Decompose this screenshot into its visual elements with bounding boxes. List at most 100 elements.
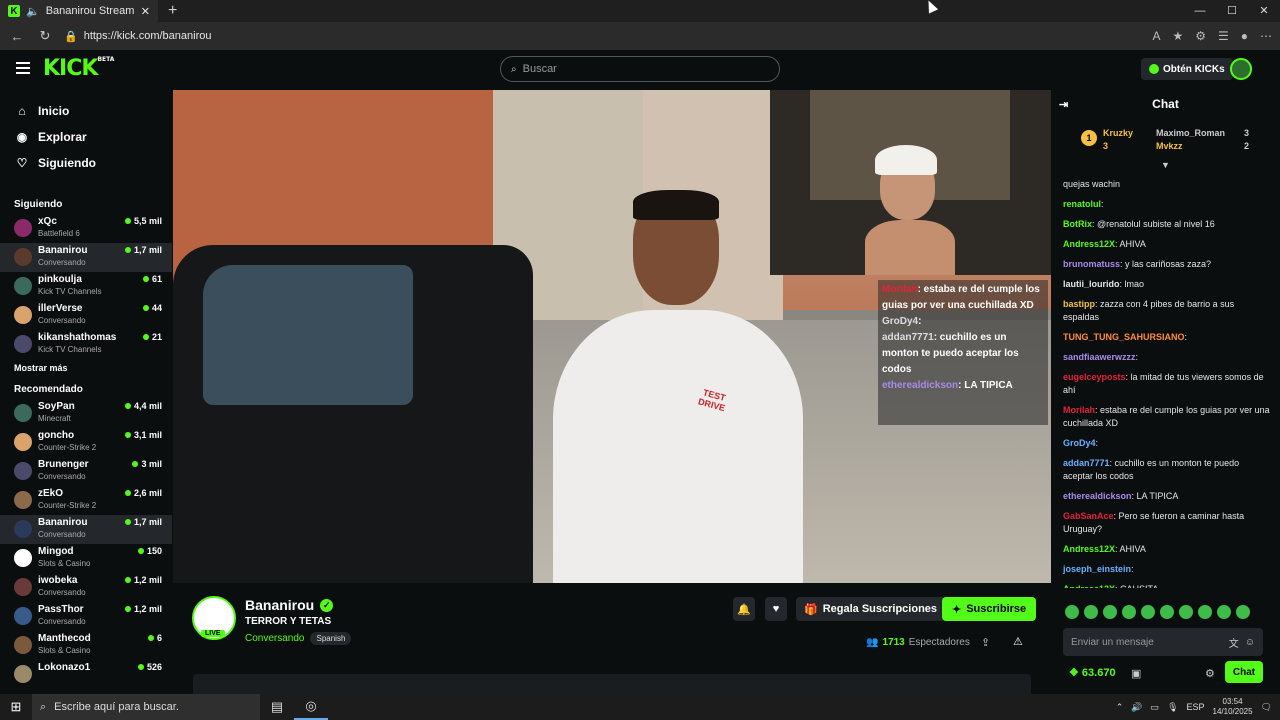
chat-username[interactable]: lautii_lourido: [1063, 279, 1120, 289]
get-kicks-button[interactable]: Obtén KICKs: [1141, 58, 1233, 80]
sidebar-channel-item[interactable]: zEkO Counter-Strike 2 2,6 mil: [0, 486, 172, 515]
emote-icon[interactable]: [1122, 605, 1136, 619]
nav-explore[interactable]: ◉ Explorar: [0, 124, 172, 150]
network-icon[interactable]: ▭: [1151, 702, 1160, 713]
follow-heart-button[interactable]: ♥: [765, 597, 787, 621]
kick-logo[interactable]: KICKBETA: [43, 56, 114, 81]
browser-tab[interactable]: K 🔈 Bananirou Stream - Watch L ✕: [0, 0, 158, 22]
chat-username[interactable]: brunomatuss: [1063, 259, 1120, 269]
notification-bell-button[interactable]: 🔔: [733, 597, 755, 621]
chat-username[interactable]: Andress12X: [1063, 544, 1115, 554]
send-chat-button[interactable]: Chat: [1225, 661, 1263, 683]
emoji-icon[interactable]: ☺: [1245, 637, 1255, 648]
url-field[interactable]: 🔒 https://kick.com/bananirou: [64, 25, 1142, 47]
emote-icon[interactable]: [1198, 605, 1212, 619]
chat-username[interactable]: GroDy4: [1063, 438, 1096, 448]
sidebar-channel-item[interactable]: iwobeka Conversando 1,2 mil: [0, 573, 172, 602]
chat-username[interactable]: Morilah: [1063, 405, 1095, 415]
report-warning-icon[interactable]: ⚠: [1013, 635, 1023, 648]
user-avatar[interactable]: [1230, 58, 1252, 80]
emote-icon[interactable]: [1084, 605, 1098, 619]
sidebar-channel-item[interactable]: Bananirou Conversando 1,7 mil: [0, 243, 172, 272]
show-more-link[interactable]: Mostrar más: [0, 359, 172, 377]
chat-username[interactable]: sandfiaawerwzzz: [1063, 352, 1136, 362]
volume-icon[interactable]: 🔊: [1131, 702, 1142, 713]
chat-input[interactable]: [1071, 636, 1223, 648]
favorite-star-icon[interactable]: ★: [1172, 29, 1183, 43]
stream-category[interactable]: Conversando: [245, 633, 304, 644]
chat-username[interactable]: BotRix: [1063, 219, 1092, 229]
extensions-icon[interactable]: ⚙: [1195, 29, 1206, 43]
chat-username[interactable]: Andress12X: [1063, 584, 1115, 588]
gift-subs-button[interactable]: 🎁 Regala Suscripciones: [796, 597, 946, 621]
settings-gear-icon[interactable]: ⚙: [1205, 667, 1215, 680]
emote-icon[interactable]: [1141, 605, 1155, 619]
channel-points[interactable]: ❖ 63.670: [1069, 666, 1116, 679]
clock[interactable]: 03:54 14/10/2025: [1213, 697, 1253, 717]
emote-icon[interactable]: [1236, 605, 1250, 619]
translate-icon[interactable]: 文: [1229, 635, 1239, 650]
language-indicator[interactable]: ESP: [1187, 702, 1205, 712]
task-view-icon[interactable]: ▤: [260, 699, 294, 715]
hamburger-menu-icon[interactable]: [16, 62, 30, 74]
new-tab-button[interactable]: +: [158, 2, 187, 20]
collapse-chat-icon[interactable]: ⇥: [1059, 98, 1068, 111]
taskbar-search-input[interactable]: [54, 701, 225, 713]
maximize-button[interactable]: ☐: [1216, 0, 1248, 22]
minimize-button[interactable]: —: [1184, 0, 1216, 22]
language-tag[interactable]: Spanish: [310, 632, 352, 645]
sidebar-channel-item[interactable]: Bananirou Conversando 1,7 mil: [0, 515, 172, 544]
chat-username[interactable]: Andress12X: [1063, 239, 1115, 249]
read-aloud-icon[interactable]: A: [1152, 29, 1160, 43]
emote-icon[interactable]: [1217, 605, 1231, 619]
notifications-icon[interactable]: 🗨: [1261, 702, 1272, 713]
streamer-name[interactable]: Bananirou: [245, 597, 314, 613]
emote-icon[interactable]: [1103, 605, 1117, 619]
chat-input-box[interactable]: 文 ☺: [1063, 628, 1263, 656]
share-icon[interactable]: ⇪: [981, 636, 990, 649]
sidebar-channel-item[interactable]: pinkoulja Kick TV Channels 61: [0, 272, 172, 301]
edge-browser-icon[interactable]: ◎: [294, 694, 328, 720]
leader-name[interactable]: Maximo_Roman: [1156, 128, 1225, 138]
sidebar-channel-item[interactable]: SoyPan Minecraft 4,4 mil: [0, 399, 172, 428]
nav-following[interactable]: ♡ Siguiendo: [0, 150, 172, 176]
video-player[interactable]: TEST DRIVE Morilah: estaba re del cumple…: [173, 90, 1051, 583]
more-options-icon[interactable]: ⋯: [1260, 29, 1272, 43]
profile-icon[interactable]: ●: [1241, 29, 1248, 43]
leader-name[interactable]: Kruzky: [1103, 128, 1133, 138]
tab-close-icon[interactable]: ✕: [141, 5, 150, 18]
leader-name[interactable]: Mvkzz: [1156, 141, 1183, 151]
chat-username[interactable]: renatolul: [1063, 199, 1101, 209]
search-bar[interactable]: ⌕: [500, 56, 780, 82]
sidebar-channel-item[interactable]: kikanshathomas Kick TV Channels 21: [0, 330, 172, 359]
chevron-up-icon[interactable]: ⌃: [1116, 702, 1124, 713]
refresh-icon[interactable]: ↻: [36, 28, 54, 44]
sidebar-channel-item[interactable]: xQc Battlefield 6 5,5 mil: [0, 214, 172, 243]
sidebar-channel-item[interactable]: Brunenger Conversando 3 mil: [0, 457, 172, 486]
emote-icon[interactable]: [1065, 605, 1079, 619]
chat-username[interactable]: etherealdickson: [1063, 491, 1132, 501]
chat-username[interactable]: bastipp: [1063, 299, 1095, 309]
subscribe-button[interactable]: ✦ Suscribirse: [942, 597, 1037, 621]
chat-username[interactable]: addan7771: [1063, 458, 1110, 468]
chat-username[interactable]: GabSanAce: [1063, 511, 1114, 521]
nav-home[interactable]: ⌂ Inicio: [0, 98, 172, 124]
close-button[interactable]: ✕: [1248, 0, 1280, 22]
gift-box-icon[interactable]: ▣: [1131, 667, 1141, 680]
emote-icon[interactable]: [1160, 605, 1174, 619]
emote-icon[interactable]: [1179, 605, 1193, 619]
chevron-down-icon[interactable]: ▼: [1051, 160, 1280, 170]
chat-username[interactable]: joseph_einstein: [1063, 564, 1131, 574]
sidebar-channel-item[interactable]: Lokonazo1 526: [0, 660, 172, 689]
windows-start-icon[interactable]: ⊞: [0, 699, 32, 715]
speaker-icon[interactable]: 🔈: [26, 5, 40, 18]
taskbar-search[interactable]: ⌕: [32, 694, 260, 720]
sidebar-channel-item[interactable]: PassThor Conversando 1,2 mil: [0, 602, 172, 631]
back-icon[interactable]: ←: [8, 29, 26, 44]
collections-icon[interactable]: ☰: [1218, 29, 1229, 43]
sidebar-channel-item[interactable]: Mingod Slots & Casino 150: [0, 544, 172, 573]
sidebar-channel-item[interactable]: goncho Counter-Strike 2 3,1 mil: [0, 428, 172, 457]
chat-username[interactable]: TUNG_TUNG_SAHURSIANO: [1063, 332, 1185, 342]
microphone-icon[interactable]: 🎙: [1167, 702, 1178, 713]
sidebar-channel-item[interactable]: illerVerse Conversando 44: [0, 301, 172, 330]
